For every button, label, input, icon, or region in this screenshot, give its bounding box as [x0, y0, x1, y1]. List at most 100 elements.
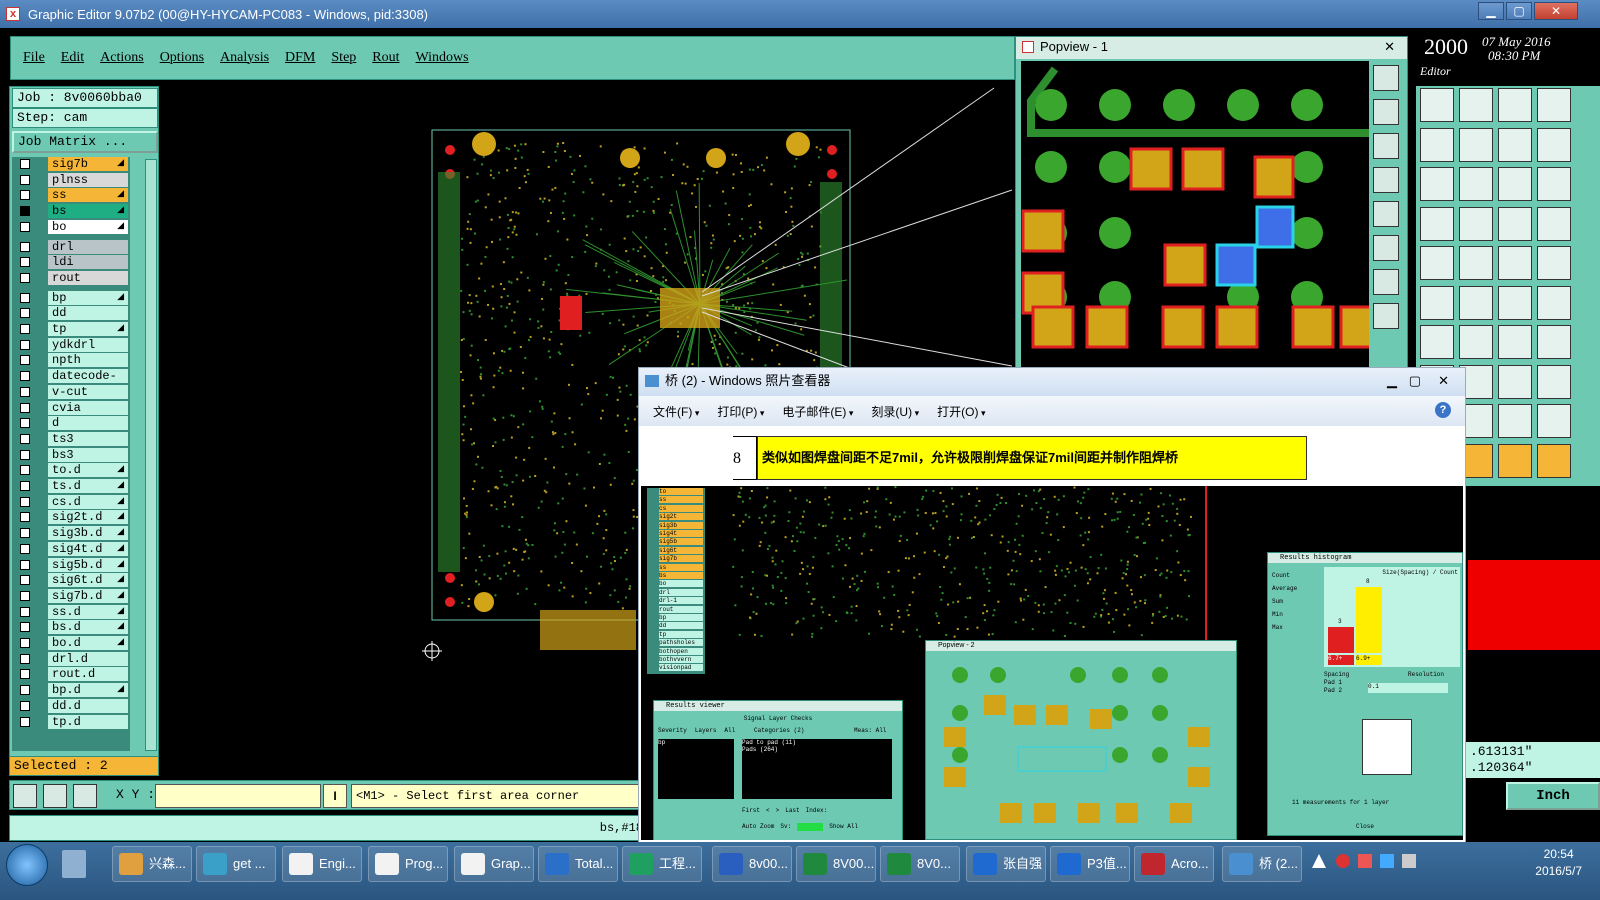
layer-row[interactable]: bo.d ◢	[16, 636, 128, 650]
layer-checkbox[interactable]	[20, 272, 30, 283]
palette-tool-button[interactable]	[1420, 167, 1454, 201]
xy-input[interactable]	[155, 784, 321, 808]
palette-tool-button[interactable]	[1420, 88, 1454, 122]
taskbar-item[interactable]: 桥 (2...	[1222, 846, 1302, 882]
palette-tool-button[interactable]	[1420, 325, 1454, 359]
layer-checkbox[interactable]	[20, 339, 30, 350]
palette-tool-button[interactable]	[1498, 246, 1532, 280]
layer-row[interactable]: ss ◢	[16, 188, 128, 203]
layer-name[interactable]: tp	[48, 322, 128, 336]
layer-name[interactable]: dd.d	[48, 698, 128, 713]
menu-edit[interactable]: Edit	[61, 50, 84, 66]
layer-checkbox[interactable]	[20, 308, 30, 319]
layer-row[interactable]: plnss	[16, 172, 128, 187]
layer-checkbox[interactable]	[20, 324, 30, 334]
layer-name[interactable]: sig4t.d	[48, 541, 128, 556]
zoom-tool-button[interactable]	[13, 784, 37, 808]
layer-checkbox[interactable]	[20, 559, 30, 570]
layer-row[interactable]: d	[16, 416, 128, 431]
layer-checkbox[interactable]	[20, 371, 30, 382]
maximize-button[interactable]: ▢	[1506, 2, 1532, 20]
layer-name[interactable]: ss.d	[48, 604, 128, 619]
help-icon[interactable]: ?	[1435, 402, 1451, 418]
layer-row[interactable]: dd.d	[16, 698, 128, 713]
layer-row[interactable]: npth	[16, 353, 128, 368]
layer-name[interactable]: bs3	[48, 447, 128, 462]
palette-tool-button[interactable]	[1537, 246, 1571, 280]
palette-tool-button[interactable]	[1498, 127, 1532, 162]
palette-tool-button[interactable]	[1537, 364, 1571, 399]
taskbar-item[interactable]: 工程...	[622, 846, 702, 882]
layer-checkbox[interactable]	[20, 606, 30, 617]
taskbar-item[interactable]: Grap...	[454, 846, 534, 882]
palette-tool-button[interactable]	[1420, 285, 1454, 320]
layer-name[interactable]: datecode-ss	[48, 369, 128, 397]
layer-row[interactable]: to.d ◢	[16, 463, 128, 478]
layer-row[interactable]: drl.d	[16, 651, 128, 666]
layer-row[interactable]: sig2t.d ◢	[16, 510, 128, 525]
layer-name[interactable]: cs.d	[48, 494, 128, 509]
menu-step[interactable]: Step	[331, 50, 356, 66]
menu-dfm[interactable]: DFM	[285, 50, 315, 66]
palette-tool-button[interactable]	[1537, 127, 1571, 162]
palette-tool-button[interactable]	[1459, 325, 1493, 359]
layer-name[interactable]: bo	[48, 219, 128, 234]
layer-checkbox[interactable]	[20, 433, 30, 444]
layer-checkbox[interactable]	[20, 241, 30, 252]
layer-row[interactable]: bs3	[16, 447, 128, 462]
measure-tool-button[interactable]	[43, 784, 67, 808]
menu-actions[interactable]: Actions	[100, 50, 144, 66]
palette-tool-button[interactable]	[1459, 167, 1493, 201]
layer-checkbox[interactable]	[20, 543, 30, 554]
layer-checkbox[interactable]	[20, 355, 30, 366]
palette-tool-button[interactable]	[1459, 285, 1493, 320]
layer-list-scrollbar[interactable]	[145, 159, 157, 751]
taskbar-item[interactable]: Engi...	[282, 846, 362, 882]
layer-name[interactable]: drl	[48, 239, 128, 254]
layer-name[interactable]: to.d	[48, 463, 128, 478]
close-button[interactable]: ✕	[1534, 2, 1578, 20]
popview-tool-button[interactable]	[1373, 235, 1399, 261]
popview-tool-button[interactable]	[1373, 303, 1399, 329]
popview-tool-button[interactable]	[1373, 65, 1399, 91]
layer-row[interactable]: sig6t.d ◢	[16, 573, 128, 588]
menu-windows[interactable]: Windows	[416, 50, 469, 66]
layer-checkbox[interactable]	[20, 292, 30, 303]
layer-name[interactable]: sig6t.d	[48, 573, 128, 588]
layer-checkbox[interactable]	[20, 481, 30, 491]
layer-row[interactable]: bo ◢	[16, 219, 128, 234]
units-button[interactable]: Inch	[1506, 782, 1600, 810]
layer-checkbox[interactable]	[20, 622, 30, 633]
taskbar-item[interactable]: 8v00...	[712, 846, 792, 882]
layer-row[interactable]: sig7b.d ◢	[16, 588, 128, 603]
system-clock[interactable]: 20:54 2016/5/7	[1535, 846, 1582, 880]
pv-menu-email[interactable]: 电子邮件(E)	[782, 403, 853, 420]
taskbar-item[interactable]: Total...	[538, 846, 618, 882]
calculator-icon[interactable]	[62, 850, 86, 878]
layer-name[interactable]: cvia	[48, 400, 128, 415]
layer-row[interactable]: ldi	[16, 255, 128, 270]
layer-row[interactable]: tp ◢	[16, 322, 128, 336]
taskbar-item[interactable]: 兴森...	[112, 846, 192, 882]
layer-name[interactable]: bs.d	[48, 620, 128, 635]
layer-row[interactable]: bs.d ◢	[16, 620, 128, 635]
layer-name[interactable]: plnss	[48, 172, 128, 187]
popview-tool-button[interactable]	[1373, 201, 1399, 227]
start-button[interactable]	[6, 844, 48, 886]
pv-menu-open[interactable]: 打开(O)	[937, 403, 985, 420]
layer-checkbox[interactable]	[20, 465, 30, 476]
layer-row[interactable]: ts.d ◢	[16, 479, 128, 493]
palette-tool-button[interactable]	[1537, 443, 1571, 478]
palette-tool-button[interactable]	[1537, 404, 1571, 438]
palette-tool-button[interactable]	[1498, 206, 1532, 241]
popview-canvas[interactable]	[1021, 61, 1369, 373]
layer-name[interactable]: drl.d	[48, 651, 128, 666]
layer-checkbox[interactable]	[20, 496, 30, 507]
palette-tool-button[interactable]	[1537, 167, 1571, 201]
job-matrix-button[interactable]: Job Matrix ...	[12, 131, 158, 153]
layer-name[interactable]: bp	[48, 290, 128, 305]
layer-name[interactable]: bo.d	[48, 636, 128, 650]
photo-viewer-close-button[interactable]: ✕	[1438, 368, 1449, 394]
popview-tool-button[interactable]	[1373, 133, 1399, 159]
taskbar-item[interactable]: 8V0...	[880, 846, 960, 882]
